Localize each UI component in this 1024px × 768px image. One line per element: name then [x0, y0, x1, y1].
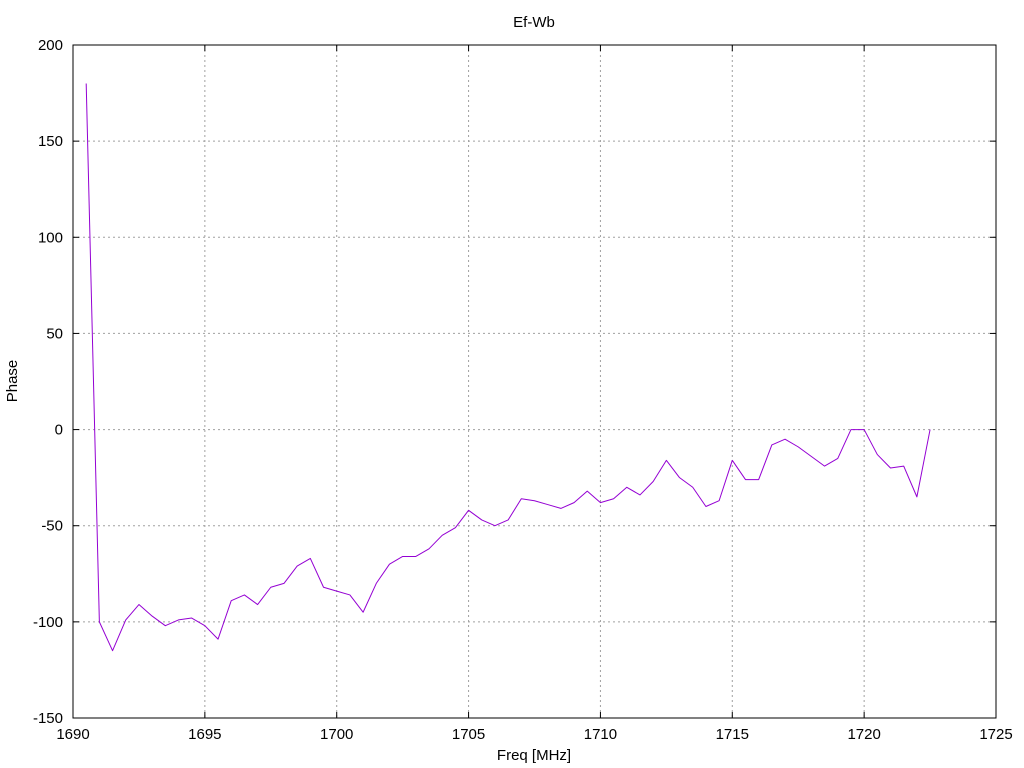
y-tick-label: 200	[38, 37, 63, 54]
x-tick-label: 1710	[584, 726, 617, 743]
y-tick-label: -50	[41, 518, 63, 535]
chart-container: Ef-Wb 1690 1695 1700 1705 1710 1715 1720 1725 -1…	[0, 0, 1024, 768]
x-tick-label: 1725	[979, 726, 1012, 743]
y-tick-label: 100	[38, 229, 63, 246]
y-tick-label: -150	[33, 710, 63, 727]
y-tick-label: -100	[33, 614, 63, 631]
y-tick-label: 150	[38, 133, 63, 150]
x-axis-title: Freq [MHz]	[497, 747, 571, 764]
x-tick-label: 1700	[320, 726, 353, 743]
y-axis-title: Phase	[4, 360, 21, 403]
line-chart: Ef-Wb 1690 1695 1700 1705 1710 1715 1720 1725 -1…	[0, 0, 1024, 768]
x-tick-label: 1690	[56, 726, 89, 743]
chart-title: Ef-Wb	[513, 14, 555, 31]
x-tick-label: 1695	[188, 726, 221, 743]
x-tick-label: 1715	[716, 726, 749, 743]
x-tick-label: 1705	[452, 726, 485, 743]
x-tick-label: 1720	[847, 726, 880, 743]
y-tick-label: 50	[46, 325, 63, 342]
chart-background	[0, 0, 1024, 768]
y-tick-label: 0	[55, 422, 63, 439]
